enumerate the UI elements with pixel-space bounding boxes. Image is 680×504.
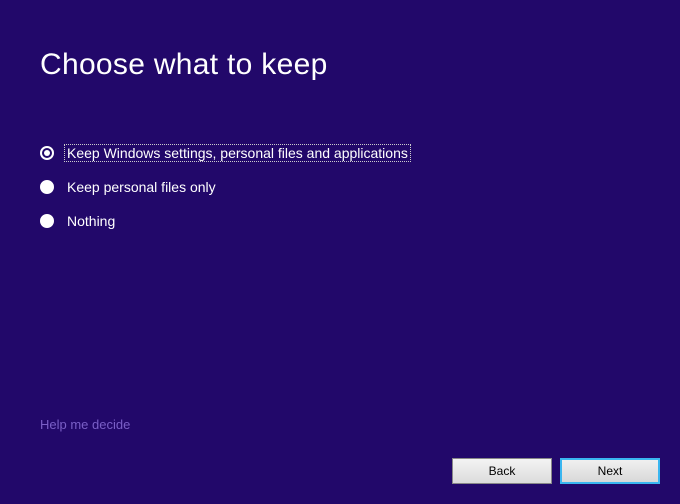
- page-title: Choose what to keep: [40, 48, 640, 82]
- keep-options-group: Keep Windows settings, personal files an…: [40, 144, 640, 230]
- help-link[interactable]: Help me decide: [40, 417, 130, 432]
- option-label: Keep personal files only: [64, 178, 219, 196]
- radio-icon: [40, 146, 54, 160]
- radio-icon: [40, 180, 54, 194]
- option-nothing[interactable]: Nothing: [40, 212, 640, 230]
- option-keep-all[interactable]: Keep Windows settings, personal files an…: [40, 144, 640, 162]
- button-bar: Back Next: [452, 458, 660, 484]
- option-keep-files[interactable]: Keep personal files only: [40, 178, 640, 196]
- back-button[interactable]: Back: [452, 458, 552, 484]
- option-label: Keep Windows settings, personal files an…: [64, 144, 411, 162]
- option-label: Nothing: [64, 212, 118, 230]
- radio-icon: [40, 214, 54, 228]
- next-button[interactable]: Next: [560, 458, 660, 484]
